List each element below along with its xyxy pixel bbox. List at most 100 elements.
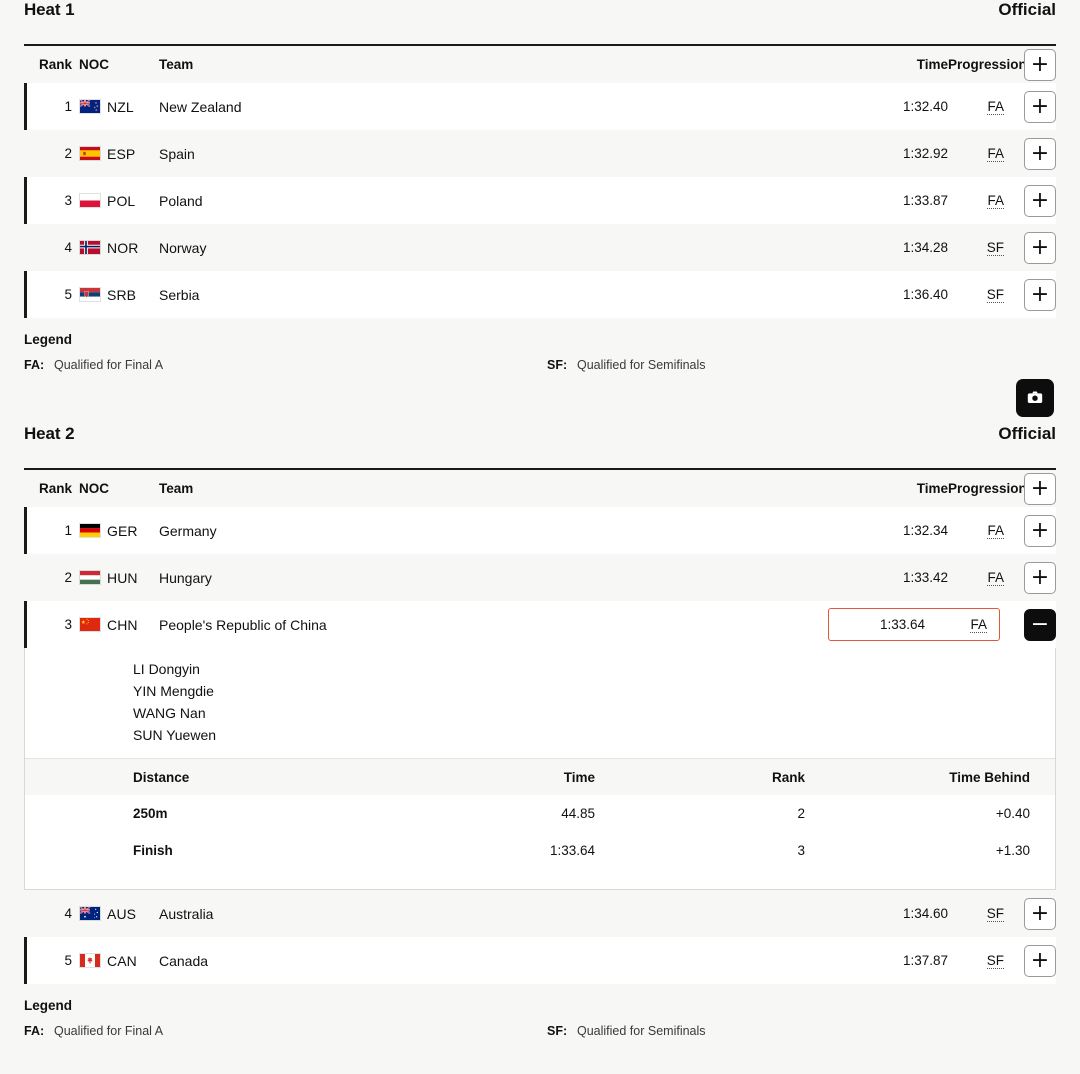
row-rank: 1 [64,523,72,538]
heat-header-2: Heat 2 Official [24,424,1056,468]
row-team: Canada [159,952,209,969]
table-row[interactable]: 4 NOR Norway 1:34.28 SF + [24,224,1056,271]
expand-row-button[interactable]: + [1024,514,1056,547]
row-rank: 3 [64,617,72,632]
row-noc: ESP [72,146,151,162]
esp-flag [79,146,101,161]
splits-header-time-behind: Time Behind [949,769,1030,785]
expand-row-button[interactable]: + [1024,561,1056,594]
row-team: Germany [159,522,217,539]
column-header-progression: Progression [948,481,1027,496]
results-table-1: Rank NOC Team Time Progression + 1 NZL N… [24,44,1056,318]
table-row[interactable]: 1 NZL New Zealand 1:32.40 FA + [24,83,1056,130]
plus-icon: + [1030,900,1050,926]
table-row[interactable]: 2 ESP Spain 1:32.92 FA + [24,130,1056,177]
expand-row-button[interactable]: + [1024,184,1056,217]
row-expand-cell: + [1008,514,1056,547]
table-row[interactable]: 5 CAN Canada 1:37.87 SF + [24,937,1056,984]
chn-flag [79,617,101,632]
legend-key: FA: [24,1024,45,1038]
heat-title: Heat 1 [24,0,75,19]
column-header-time: Time [916,481,948,496]
expand-row-button[interactable]: + [1024,897,1056,930]
table-row[interactable]: 4 AUS Australia 1:34.60 SF + [24,890,1056,937]
splits-header-distance: Distance [133,769,190,785]
row-progression: SF [948,953,1008,969]
progression-abbr: FA [970,617,987,633]
expand-row-button[interactable]: + [1024,137,1056,170]
row-time: 1:32.34 [902,523,948,538]
athlete-list: LI Dongyin YIN Mengdie WANG Nan SUN Yuew… [25,648,1055,759]
row-progression: FA [948,193,1008,209]
row-noc-code: ESP [107,145,136,162]
column-header-time: Time [916,57,948,72]
split-distance: Finish [133,843,173,858]
legend-item: FA: Qualified for Final A [24,358,547,372]
splits-header-time: Time [563,769,595,785]
legend-description: Qualified for Final A [54,1024,164,1038]
plus-icon: + [1030,93,1050,119]
table-row-expanded[interactable]: 3 CHN People's Republic of China 1:33.64… [24,601,1056,648]
column-header-team: Team [159,481,194,496]
row-noc-code: NOR [107,239,139,256]
expand-all-button[interactable]: + [1024,472,1056,505]
expand-row-button[interactable]: + [1024,278,1056,311]
pol-flag [79,193,101,208]
row-rank: 2 [64,146,72,161]
plus-icon: + [1030,947,1050,973]
screenshot-button[interactable] [1016,379,1054,417]
row-noc-code: CHN [107,616,138,633]
table-row[interactable]: 1 GER Germany 1:32.34 FA + [24,507,1056,554]
row-rank: 4 [64,240,72,255]
list-item: SUN Yuewen [133,727,217,743]
hun-flag [79,570,101,585]
expand-row-button[interactable]: + [1024,90,1056,123]
progression-abbr: SF [986,240,1004,256]
row-noc-code: SRB [107,286,137,303]
row-rank: 1 [64,99,72,114]
selected-result-group[interactable]: 1:33.64 FA [828,608,1000,641]
row-progression: FA [948,99,1008,115]
legend-item: SF: Qualified for Semifinals [547,358,706,372]
srb-flag [79,287,101,302]
legend-heat-1: Legend FA: Qualified for Final A SF: Qua… [0,318,1080,372]
row-expand-cell: + [1008,90,1056,123]
legend-item: FA: Qualified for Final A [24,1024,547,1038]
expand-all-button[interactable]: + [1024,48,1056,81]
table-row[interactable]: 3 POL Poland 1:33.87 FA + [24,177,1056,224]
expand-row-button[interactable]: + [1024,231,1056,264]
row-noc-code: CAN [107,952,137,969]
row-expand-cell: + [1008,944,1056,977]
row-noc: NOR [72,240,151,256]
expand-row-button[interactable]: + [1024,944,1056,977]
row-rank: 3 [64,193,72,208]
column-header-expand-all: + [1008,472,1056,505]
legend-heat-2: Legend FA: Qualified for Final A SF: Qua… [0,984,1080,1038]
plus-icon: + [1030,475,1050,501]
row-noc: HUN [72,570,151,586]
table-row[interactable]: 5 SRB Serbia 1:36.40 SF + [24,271,1056,318]
row-expand-cell: + [1008,561,1056,594]
legend-description: Qualified for Semifinals [577,358,706,372]
plus-icon: + [1030,187,1050,213]
splits-header-row: Distance Time Rank Time Behind [25,759,1055,795]
progression-abbr: FA [987,523,1004,539]
plus-icon: + [1030,564,1050,590]
progression-abbr: FA [987,146,1004,162]
legend-item: SF: Qualified for Semifinals [547,1024,706,1038]
row-expand-cell: + [1008,231,1056,264]
legend-description: Qualified for Final A [54,358,164,372]
table-row[interactable]: 2 HUN Hungary 1:33.42 FA + [24,554,1056,601]
ger-flag [79,523,101,538]
splits-spacer [25,869,1055,889]
heat-block-1: Heat 1 Official Rank NOC Team Time Progr… [0,0,1080,318]
row-time: 1:34.28 [902,240,948,255]
row-rank: 5 [64,287,72,302]
heat-header-1: Heat 1 Official [24,0,1056,44]
collapse-row-button[interactable]: − [1024,608,1056,641]
row-noc: CHN [72,617,151,633]
row-team: Australia [159,905,214,922]
row-noc-code: HUN [107,569,138,586]
plus-icon: + [1030,51,1050,77]
legend-items: FA: Qualified for Final A SF: Qualified … [24,358,1056,372]
